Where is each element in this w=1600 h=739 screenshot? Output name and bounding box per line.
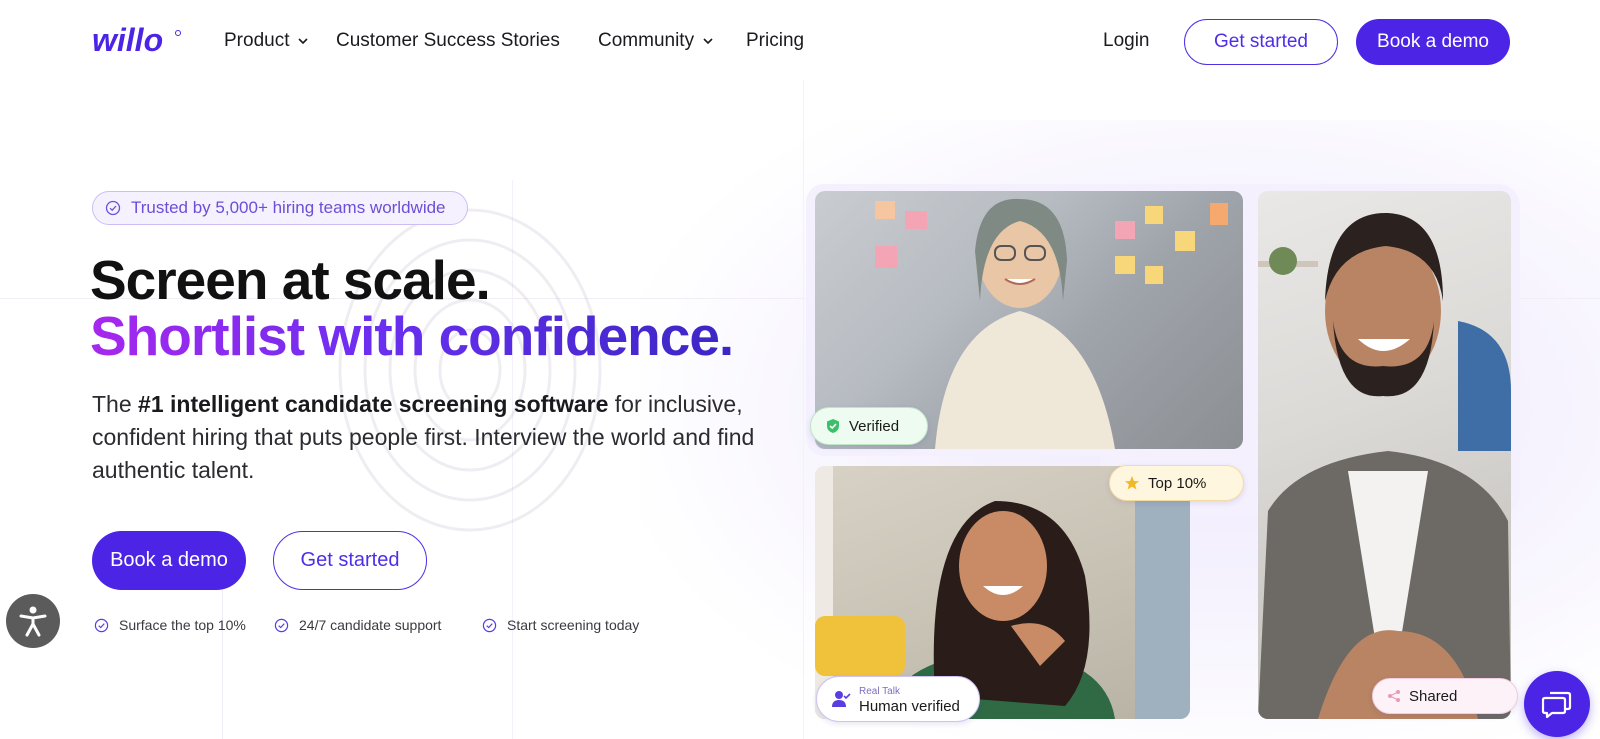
star-icon bbox=[1125, 476, 1139, 490]
nav-product[interactable]: Product bbox=[224, 30, 309, 52]
shield-check-icon bbox=[827, 419, 839, 433]
chat-icon bbox=[1541, 691, 1572, 719]
desc-prefix: The bbox=[92, 391, 139, 417]
photo-illustration bbox=[1258, 212, 1511, 719]
hero-description: The #1 intelligent candidate screening s… bbox=[92, 388, 782, 487]
check-label: Surface the top 10% bbox=[119, 617, 246, 633]
hero-book-demo-button[interactable]: Book a demo bbox=[92, 531, 246, 590]
shared-badge: Shared bbox=[1372, 678, 1518, 714]
hero-headline-line1: Screen at scale. bbox=[90, 249, 491, 311]
verified-label: Verified bbox=[849, 417, 900, 435]
login-label: Login bbox=[1103, 30, 1150, 51]
hero-book-demo-label: Book a demo bbox=[110, 549, 228, 571]
top-ten-label: Top 10% bbox=[1148, 474, 1207, 492]
human-big-label: Human verified bbox=[859, 698, 960, 715]
human-verified-text: Real Talk Human verified bbox=[859, 684, 960, 714]
trusted-text: Trusted by 5,000+ hiring teams worldwide bbox=[131, 198, 446, 217]
hero-checklist: Surface the top 10% 24/7 candidate suppo… bbox=[94, 617, 639, 633]
chevron-down-icon bbox=[703, 38, 713, 45]
accessibility-icon bbox=[19, 606, 47, 637]
accessibility-button[interactable] bbox=[6, 594, 60, 648]
check-item: 24/7 candidate support bbox=[274, 617, 482, 633]
nav-book-demo-button[interactable]: Book a demo bbox=[1356, 19, 1510, 65]
check-label: 24/7 candidate support bbox=[299, 617, 442, 633]
nav-customer-success-stories[interactable]: Customer Success Stories bbox=[336, 30, 560, 52]
nav-community-label: Community bbox=[598, 30, 695, 51]
human-verified-badge: Real Talk Human verified bbox=[816, 676, 980, 722]
check-circle-icon bbox=[482, 618, 497, 632]
check-item: Start screening today bbox=[482, 617, 639, 633]
shared-label: Shared bbox=[1409, 687, 1458, 705]
nav-community[interactable]: Community bbox=[598, 30, 714, 52]
willo-logo[interactable]: willo bbox=[92, 24, 182, 58]
nav-get-started-label: Get started bbox=[1214, 31, 1308, 52]
top-ten-badge: Top 10% bbox=[1109, 465, 1244, 501]
chevron-down-icon bbox=[298, 38, 309, 45]
verified-badge: Verified bbox=[810, 407, 928, 445]
hero-get-started-button[interactable]: Get started bbox=[273, 531, 427, 590]
candidate-photo-man-bearded bbox=[1258, 191, 1511, 719]
chat-button[interactable] bbox=[1524, 671, 1590, 737]
nav-pricing[interactable]: Pricing bbox=[746, 30, 804, 52]
check-label: Start screening today bbox=[507, 617, 640, 633]
login-link[interactable]: Login bbox=[1103, 30, 1150, 52]
nav-product-label: Product bbox=[224, 30, 290, 51]
nav-book-demo-label: Book a demo bbox=[1377, 31, 1489, 52]
check-item: Surface the top 10% bbox=[94, 617, 274, 633]
desc-bold: #1 intelligent candidate screening softw… bbox=[138, 391, 609, 417]
hero-get-started-label: Get started bbox=[300, 549, 400, 571]
svg-text:willo: willo bbox=[92, 24, 163, 58]
check-circle-icon bbox=[274, 618, 289, 632]
trusted-badge: Trusted by 5,000+ hiring teams worldwide bbox=[92, 191, 468, 225]
hero-headline-line2: Shortlist with confidence. bbox=[90, 305, 734, 367]
share-icon bbox=[1388, 690, 1400, 702]
top-nav: willo Product Customer Success Stories C… bbox=[0, 0, 1600, 84]
badge-check-icon bbox=[105, 200, 121, 216]
background-grid-line bbox=[803, 80, 804, 739]
nav-get-started-button[interactable]: Get started bbox=[1184, 19, 1338, 65]
user-check-icon bbox=[832, 691, 851, 707]
check-circle-icon bbox=[94, 618, 109, 632]
nav-customer-success-label: Customer Success Stories bbox=[336, 30, 560, 51]
human-small-label: Real Talk bbox=[859, 686, 900, 697]
nav-pricing-label: Pricing bbox=[746, 30, 805, 51]
